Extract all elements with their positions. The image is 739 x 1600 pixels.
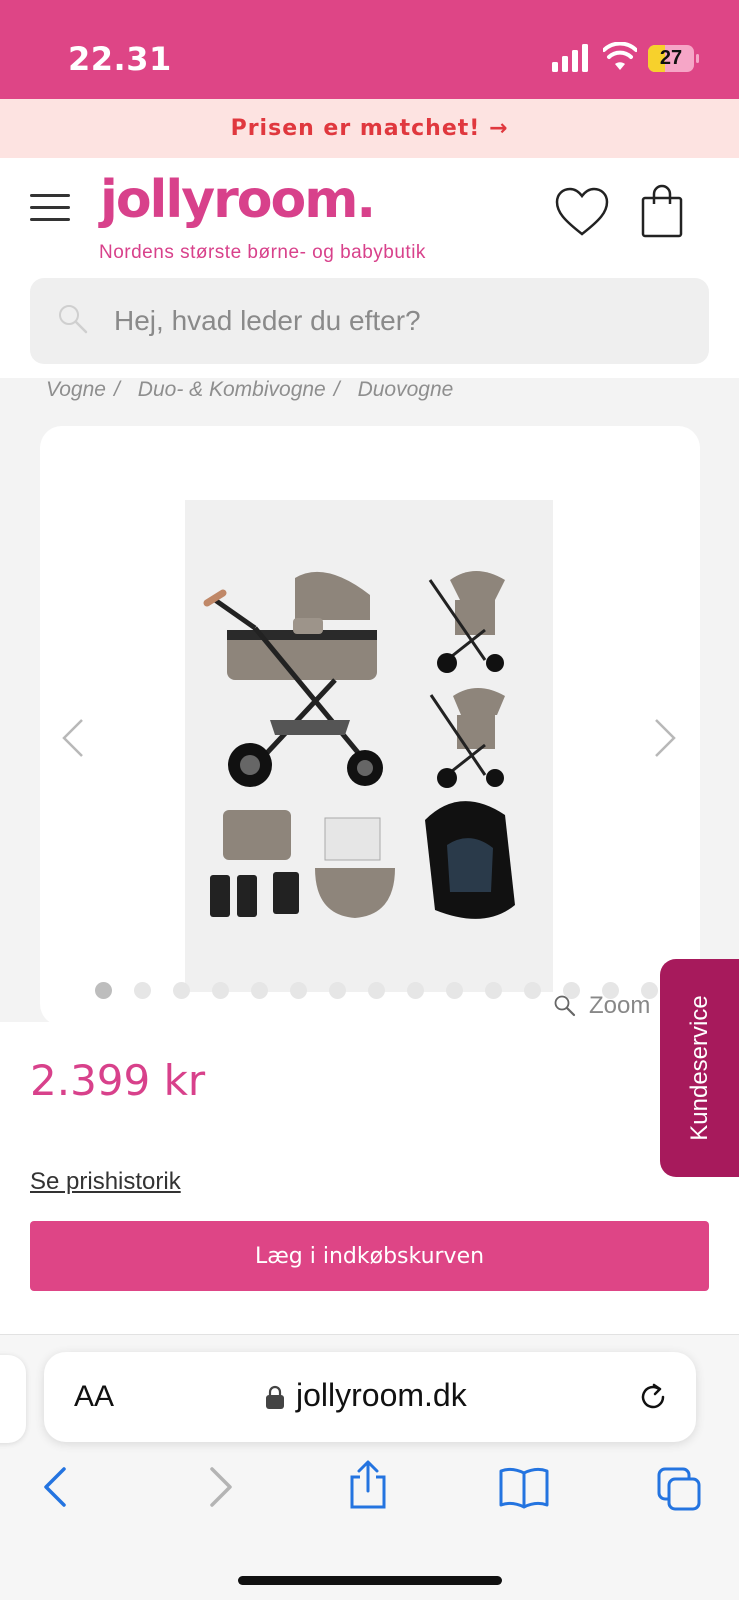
pagination-dot[interactable] [212,982,229,999]
browser-bottom-bar: AA jollyroom.dk [0,1334,739,1600]
promo-text: Prisen er matchet! → [230,116,509,141]
chevron-right-icon[interactable] [650,716,680,760]
changing-bag-illustration [223,810,291,860]
pagination-dot[interactable] [134,982,151,999]
cellular-signal-icon [552,44,588,72]
bookmarks-icon[interactable] [498,1465,550,1509]
price-history-link[interactable]: Se prishistorik [30,1168,181,1196]
footmuff-illustration [315,868,395,918]
address-bar[interactable]: AA jollyroom.dk [44,1352,696,1442]
breadcrumb-item-duo-kombivogne[interactable]: Duo- & Kombivogne [138,378,326,402]
heart-icon[interactable] [554,186,610,238]
battery-level: 27 [659,47,683,69]
search-input[interactable] [114,278,674,364]
stroller-seat-illustration-2 [429,688,505,788]
breadcrumb-item-duovogne[interactable]: Duovogne [358,378,454,402]
adapter-illustration [237,875,257,917]
pagination-dot[interactable] [446,982,463,999]
pagination-dot[interactable] [407,982,424,999]
status-bar: 22.31 27 [0,0,739,99]
customer-service-label: Kundeservice [685,995,713,1141]
tabs-icon[interactable] [655,1465,703,1513]
stroller-seat-illustration-1 [428,571,505,673]
forward-icon[interactable] [196,1465,240,1509]
pagination-dot[interactable] [329,982,346,999]
chevron-left-icon[interactable] [58,716,88,760]
reader-settings-label: AA [74,1380,115,1413]
pagination-dot[interactable] [368,982,385,999]
pagination-dot[interactable] [524,982,541,999]
pagination-dot[interactable] [173,982,190,999]
pagination-dot[interactable] [251,982,268,999]
reload-icon[interactable] [636,1380,670,1414]
home-indicator [238,1576,502,1585]
adapter-illustration [210,875,230,917]
product-gallery: Zoom [40,426,700,1026]
previous-tab-peek[interactable] [0,1355,26,1443]
product-image[interactable] [185,500,553,992]
breadcrumb: Vogne / Duo- & Kombivogne / Duovogne [46,378,453,402]
status-time: 22.31 [68,40,172,78]
zoom-button[interactable]: Zoom [553,992,650,1020]
cup-holder-illustration [273,872,299,914]
search-bar[interactable] [30,278,709,364]
product-price: 2.399 kr [30,1056,206,1105]
lock-icon [266,1385,284,1409]
url-text: jollyroom.dk [296,1377,467,1413]
magnifier-icon [554,995,576,1017]
breadcrumb-separator: / [333,378,340,401]
reader-settings-button[interactable]: AA [74,1380,114,1414]
zoom-label: Zoom [589,992,651,1019]
battery-icon: 27 [648,45,700,72]
rain-cover-illustration [324,817,381,861]
back-icon[interactable] [36,1465,80,1509]
pagination-dot[interactable] [485,982,502,999]
wifi-icon [603,42,637,70]
promo-banner[interactable]: Prisen er matchet! → [0,99,739,158]
search-icon [59,305,88,334]
breadcrumb-separator: / [113,378,120,401]
site-logo[interactable]: jollyroom. [100,170,376,230]
add-to-cart-button[interactable]: Læg i indkøbskurven [30,1221,709,1291]
stroller-main-illustration [203,571,383,787]
site-tagline: Nordens største børne- og babybutik [99,242,426,263]
menu-icon[interactable] [30,194,70,224]
share-icon[interactable] [346,1459,390,1511]
stroller-set-illustration [203,571,515,919]
shopping-bag-icon[interactable] [640,184,684,238]
product-purchase-section: 2.399 kr Se prishistorik Læg i indkøbsku… [0,1022,739,1334]
breadcrumb-item-vogne[interactable]: Vogne [46,378,106,402]
pagination-dot[interactable] [290,982,307,999]
customer-service-tab[interactable]: Kundeservice [660,959,739,1177]
site-header: jollyroom. Nordens største børne- og bab… [0,158,739,378]
pagination-dot[interactable] [95,982,112,999]
